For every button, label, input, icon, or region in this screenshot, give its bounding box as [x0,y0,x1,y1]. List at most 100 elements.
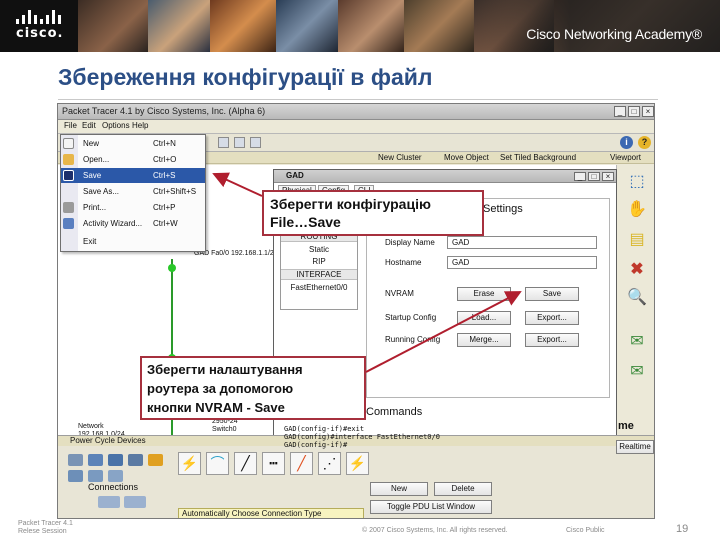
minimize-button[interactable]: _ [614,106,626,117]
file-menu-dropdown: New Ctrl+N Open... Ctrl+O Save Ctrl+S Sa… [60,134,206,252]
running-merge-button[interactable]: Merge... [457,333,511,347]
info-icon[interactable]: i [620,136,633,149]
connections-category-icon[interactable] [148,454,163,466]
hubs-category-icon[interactable] [108,454,123,466]
note-icon[interactable]: ▤ [626,229,648,251]
callout-file-save: Зберегти конфігурацію File…Save [262,190,484,236]
toolbar-undo-icon[interactable] [250,137,261,148]
packet-tracer-window: Packet Tracer 4.1 by Cisco Systems, Inc.… [57,103,655,519]
startup-export-button[interactable]: Export... [525,311,579,325]
file-menu-save[interactable]: Save Ctrl+S [61,168,205,183]
header-banner: cisco. Cisco Networking Academy® [0,0,720,52]
serial-cable-icon[interactable]: ⚡ [346,452,369,475]
dialog-minimize-button[interactable]: _ [574,172,586,181]
close-button[interactable]: × [642,106,654,117]
console-cable-icon[interactable]: ⌒ [206,452,229,475]
wan-emulation-category-icon[interactable] [88,470,103,482]
printer-icon [63,202,74,213]
end-devices-category-icon[interactable] [68,470,83,482]
menu-options[interactable]: Options [102,121,130,130]
device-icon-2[interactable] [124,496,146,508]
tool-palette: ⬚ ✋ ▤ ✖ 🔍 ✉ ✉ [616,165,654,435]
power-cycle-devices[interactable]: Power Cycle Devices [70,436,146,445]
page-number: 19 [676,523,689,535]
menu-file[interactable]: File [64,121,77,130]
footer-course-info: Packet Tracer 4.1 Relese Session [18,520,73,535]
realtime-mode-button[interactable]: Realtime [616,440,654,454]
academy-title: Cisco Networking Academy® [526,26,702,42]
app-title: Packet Tracer 4.1 by Cisco Systems, Inc.… [62,106,266,116]
auto-connection-label: Automatically Choose Connection Type [178,508,364,518]
file-menu-open[interactable]: Open... Ctrl+O [61,152,205,167]
add-simple-pdu-icon[interactable]: ✉ [626,331,648,353]
settings-title: Settings [483,203,523,215]
callout-nvram-save: Зберегти налаштування роутера за допомог… [140,356,366,420]
routers-category-icon[interactable] [68,454,83,466]
banner-photo-2 [148,0,210,52]
dialog-window-controls: _ □ × [574,172,614,181]
banner-photo-4 [276,0,338,52]
pdu-new-button[interactable]: New [370,482,428,496]
switches-category-icon[interactable] [88,454,103,466]
device-icon-1[interactable] [98,496,120,508]
file-menu-new[interactable]: New Ctrl+N [61,136,205,151]
nav-new-cluster[interactable]: New Cluster [378,153,422,162]
title-rule [58,99,658,100]
file-menu-activity-wizard[interactable]: Activity Wizard... Ctrl+W [61,216,205,231]
banner-photo-6 [404,0,474,52]
wireless-category-icon[interactable] [128,454,143,466]
hostname-label: Hostname [385,258,422,267]
add-complex-pdu-icon[interactable]: ✉ [626,361,648,383]
file-menu-save-as[interactable]: Save As... Ctrl+Shift+S [61,184,205,199]
straight-cable-icon[interactable]: ╱ [234,452,257,475]
nav-set-tiled-background[interactable]: Set Tiled Background [500,153,576,162]
wizard-icon [63,218,74,229]
display-name-field[interactable]: GAD [447,236,597,249]
dialog-maximize-button[interactable]: □ [588,172,600,181]
nvram-save-button[interactable]: Save [525,287,579,301]
side-header-interface: INTERFACE [281,269,357,280]
banner-photo-5 [338,0,404,52]
toolbar-copy-icon[interactable] [218,137,229,148]
side-item-fastethernet[interactable]: FastEthernet0/0 [281,283,357,292]
new-file-icon [63,138,74,149]
running-export-button[interactable]: Export... [525,333,579,347]
menu-bar: File Edit Options Help [58,120,654,134]
connections-label: Connections [88,482,139,492]
cisco-wordmark: cisco. [16,26,64,41]
toolbar-paste-icon[interactable] [234,137,245,148]
cisco-logo: cisco. [0,0,78,52]
file-menu-exit[interactable]: Exit [61,234,205,249]
banner-photo-3 [210,0,276,52]
nav-move-object[interactable]: Move Object [444,153,489,162]
help-icon[interactable]: ? [638,136,651,149]
select-icon[interactable]: ⬚ [626,171,648,193]
inspect-icon[interactable]: 🔍 [626,287,648,309]
link-dot-top [168,264,176,272]
dialog-titlebar: GAD _ □ × [274,170,616,183]
hostname-field[interactable]: GAD [447,256,597,269]
delete-icon[interactable]: ✖ [626,259,648,281]
toggle-pdu-list-button[interactable]: Toggle PDU List Window [370,500,492,514]
auto-connection-icon[interactable]: ⚡ [178,452,201,475]
crossover-cable-icon[interactable]: ┅ [262,452,285,475]
fiber-cable-icon[interactable]: ╱ [290,452,313,475]
menu-edit[interactable]: Edit [82,121,96,130]
time-label: me [618,420,634,432]
nav-viewport[interactable]: Viewport [610,153,641,162]
phone-cable-icon[interactable]: ⋰ [318,452,341,475]
nvram-erase-button[interactable]: Erase [457,287,511,301]
dialog-close-button[interactable]: × [602,172,614,181]
maximize-button[interactable]: □ [628,106,640,117]
side-item-static[interactable]: Static [281,245,357,254]
pdu-delete-button[interactable]: Delete [434,482,492,496]
startup-load-button[interactable]: Load... [457,311,511,325]
slide-title: Збереження конфігурації в файл [58,64,433,90]
hand-icon[interactable]: ✋ [626,199,648,221]
side-item-rip[interactable]: RIP [281,257,357,266]
banner-photo-1 [78,0,148,52]
footer-classification: Cisco Public [566,527,605,534]
custom-devices-category-icon[interactable] [108,470,123,482]
menu-help[interactable]: Help [132,121,148,130]
file-menu-print[interactable]: Print... Ctrl+P [61,200,205,215]
